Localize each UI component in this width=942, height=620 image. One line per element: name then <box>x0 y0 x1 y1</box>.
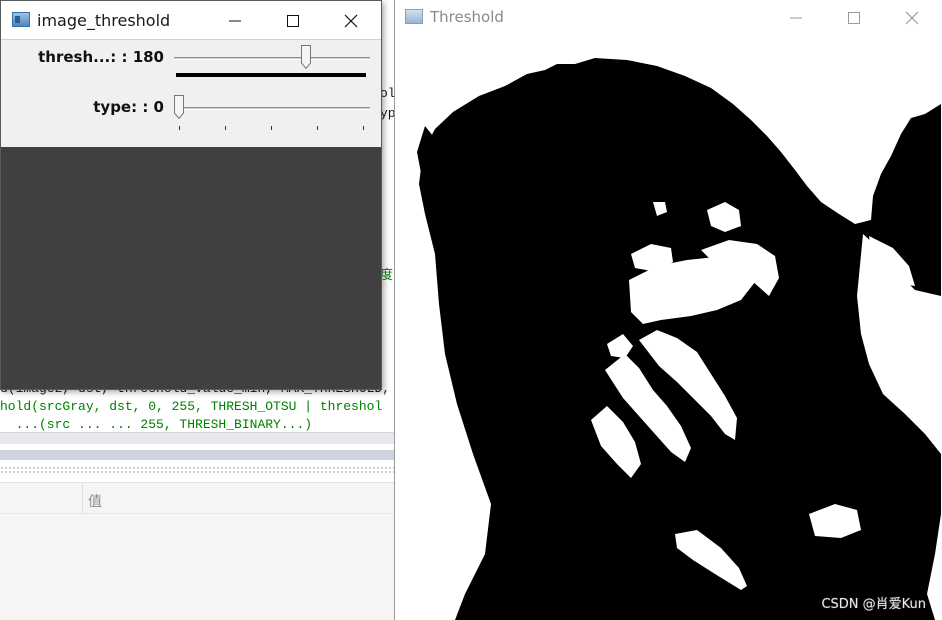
close-icon <box>905 11 919 25</box>
panel-tab-strip <box>0 450 396 460</box>
slider-groove <box>174 107 370 110</box>
minimize-button[interactable] <box>767 0 825 34</box>
window-titlebar[interactable]: Threshold <box>395 0 942 34</box>
maximize-icon <box>287 15 299 27</box>
tick-mark <box>271 126 272 130</box>
type-trackbar[interactable] <box>174 92 372 122</box>
binary-threshold-portrait-image <box>395 34 941 620</box>
minimize-icon <box>229 20 241 22</box>
desktop: ol yp 度 d(image2, dst, threshold_value_m… <box>0 0 942 620</box>
trackbar-panel: thresh...: : 180 type: : 0 <box>1 39 381 147</box>
value-column-header: 值 <box>88 494 102 510</box>
opencv-window-icon <box>405 9 423 24</box>
trackbar-image-area <box>1 147 381 389</box>
close-button[interactable] <box>322 1 380 39</box>
maximize-icon <box>848 12 860 24</box>
tick-mark <box>225 126 226 130</box>
slider-groove <box>174 57 370 60</box>
code-line[interactable]: hold(srcGray, dst, 0, 255, THRESH_OTSU |… <box>0 398 396 416</box>
window-titlebar[interactable]: image_threshold <box>1 1 381 39</box>
maximize-button[interactable] <box>264 1 322 39</box>
minimize-button[interactable] <box>206 1 264 39</box>
window-title: Threshold <box>430 8 504 26</box>
threshold-image-canvas: CSDN @肖爱Kun <box>395 34 941 620</box>
focus-indicator <box>176 73 366 77</box>
tick-mark <box>179 126 180 130</box>
threshold-window[interactable]: Threshold CSDN @肖爱Kun <box>394 0 942 620</box>
csdn-watermark: CSDN @肖爱Kun <box>821 597 926 612</box>
slider-thumb[interactable] <box>301 45 311 69</box>
thresh-trackbar-label: thresh...: : 180 <box>38 48 164 66</box>
splitter-grip[interactable] <box>0 466 396 474</box>
trackbar-window[interactable]: image_threshold thresh...: : 180 type::… <box>0 0 382 390</box>
close-icon <box>344 14 358 28</box>
properties-panel: 值 <box>0 482 396 620</box>
type-trackbar-label: type: : 0 <box>93 98 164 116</box>
editor-horizontal-scrollbar[interactable] <box>0 432 396 444</box>
maximize-button[interactable] <box>825 0 883 34</box>
close-button[interactable] <box>883 0 941 34</box>
opencv-window-icon <box>12 12 30 27</box>
window-title: image_threshold <box>37 11 171 30</box>
tick-mark <box>317 126 318 130</box>
thresh-trackbar[interactable] <box>174 42 372 77</box>
slider-thumb[interactable] <box>174 95 184 119</box>
minimize-icon <box>790 17 802 19</box>
header-divider <box>0 513 396 514</box>
tick-mark <box>363 126 364 130</box>
column-divider <box>82 483 83 513</box>
slider-tick-marks <box>179 126 369 132</box>
